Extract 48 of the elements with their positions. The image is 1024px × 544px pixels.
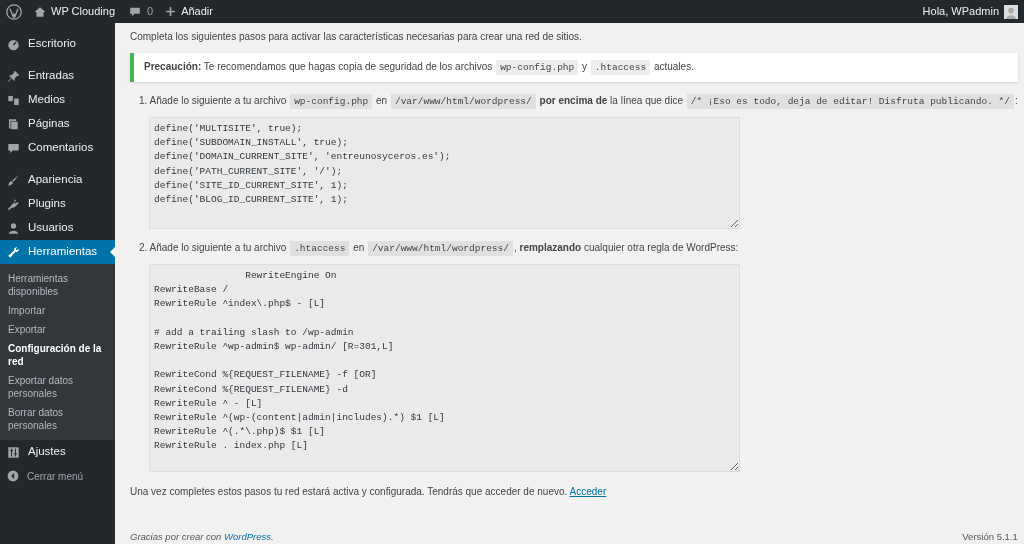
dashboard-icon (7, 37, 20, 51)
comments-link[interactable]: 0 (129, 3, 154, 20)
submenu-item[interactable]: Exportar datos personales (0, 371, 115, 403)
warning-notice: Precaución: Te recomendamos que hagas copia de seguridad de los archivos wp-config.php y .htaccess actuales. (130, 53, 1018, 82)
footer-text: Gracias por crear con WordPress. (130, 531, 274, 543)
collapse-icon (7, 470, 19, 482)
wordpress-link[interactable]: WordPress (224, 531, 271, 542)
menu-item[interactable]: Usuarios (0, 216, 115, 240)
version-text: Versión 5.1.1 (962, 531, 1018, 543)
menu-item[interactable]: Entradas (0, 64, 115, 88)
sliders-icon (7, 445, 20, 459)
speech-bubble-icon (7, 141, 20, 155)
new-content-link[interactable]: Añadir (165, 3, 213, 20)
paintbrush-icon (7, 173, 20, 187)
pushpin-icon (7, 69, 20, 83)
menu-item[interactable]: Apariencia (0, 168, 115, 192)
submenu-item[interactable]: Herramientas disponibles (0, 269, 115, 301)
menu-item[interactable]: Comentarios (0, 136, 115, 160)
login-link[interactable]: Acceder (569, 486, 607, 497)
code-textarea[interactable]: RewriteEngine On RewriteBase / RewriteRule ^index\.php$ - [L] # add a trailing slash to /wp-admin RewriteRule ^wp-admin$ wp-admin/ [R=301,L] RewriteCond %{REQUEST_FILENAME} -f [OR] RewriteCond %{REQUEST_FILENAME} -d RewriteRule ^ - [L] RewriteRule ^(wp-(content|admin|includes).*) $1 [L] RewriteRule ^(.*\.php)$ $1 [L] RewriteRule . index.php [L] (149, 264, 740, 472)
avatar-icon (1004, 4, 1018, 19)
wrench-icon (7, 245, 20, 259)
submenu-item[interactable]: Borrar datos personales (0, 403, 115, 435)
media-icon (7, 93, 20, 107)
menu-item[interactable]: Plugins (0, 192, 115, 216)
pages-icon (7, 117, 20, 131)
site-name-link[interactable]: WP Clouding (34, 3, 115, 20)
submenu-item[interactable]: Importar (0, 301, 115, 320)
menu-item[interactable]: Ajustes (0, 440, 115, 464)
user-icon (7, 221, 20, 235)
submenu-item[interactable]: Exportar (0, 320, 115, 339)
submenu-item[interactable]: Configuración de la red (0, 339, 115, 371)
account-link[interactable]: Hola, WPadmin (922, 3, 1018, 20)
plus-icon (165, 6, 177, 17)
menu-item[interactable]: Medios (0, 88, 115, 112)
step-text: 1. Añade lo siguiente a tu archivo wp-config.php en /var/www/html/wordpress/ por encima de la línea que dice /* ¡Eso es todo, deja de editar! Disfruta publicando. */ : (139, 94, 1018, 109)
wordpress-logo-icon (6, 3, 22, 20)
menu-item[interactable]: Herramientas (0, 240, 115, 264)
collapse-menu-button[interactable]: Cerrar menú (0, 464, 115, 488)
step-text: 2. Añade lo siguiente a tu archivo .htaccess en /var/www/html/wordpress/ , remplazando cualquier otra regla de WordPress: (139, 241, 740, 256)
home-icon (34, 5, 46, 18)
plug-icon (7, 197, 20, 211)
outro-text: Una vez completes estos pasos tu red estará activa y configurada. Tendrás que acceder de nuevo. Acceder (130, 485, 608, 499)
speech-bubble-icon (129, 5, 141, 18)
menu-item[interactable]: Escritorio (0, 32, 115, 56)
code-textarea[interactable]: define('MULTISITE', true); define('SUBDOMAIN_INSTALL', true); define('DOMAIN_CURRENT_SITE', 'entreunosyceros.es'); define('PATH_CURRENT_SITE', '/'); define('SITE_ID_CURRENT_SITE', 1); define('BLOG_ID_CURRENT_SITE', 1); (149, 117, 740, 229)
intro-text: Completa los siguientes pasos para activar las características necesarias para crear una red de sitios. (130, 30, 583, 44)
menu-item[interactable]: Páginas (0, 112, 115, 136)
